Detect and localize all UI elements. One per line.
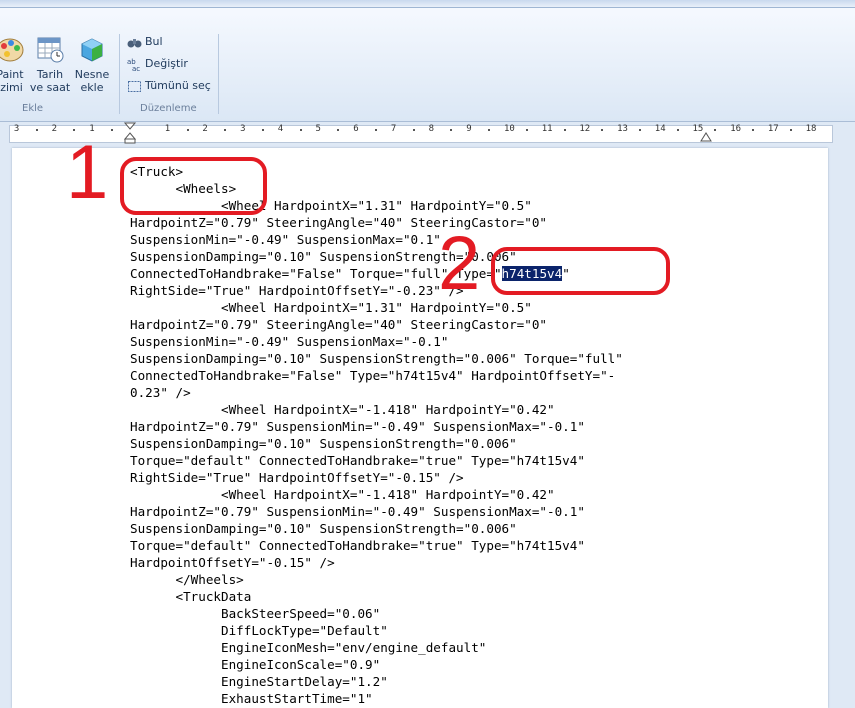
select-all-label: Tümünü seç (145, 79, 211, 92)
find-button[interactable]: Bul (127, 33, 163, 51)
ruler-label: 17 (767, 124, 779, 134)
ruler-label: 6 (353, 124, 359, 134)
group-label-editing: Düzenleme (140, 103, 197, 114)
document-line: <Wheel HardpointX="-1.418" HardpointY="0… (130, 402, 555, 417)
document-line: <TruckData (130, 589, 252, 604)
document-line: <Wheel HardpointX="-1.418" HardpointY="0… (130, 487, 555, 502)
document-page[interactable]: <Truck> <Wheels> <Wheel HardpointX="1.31… (12, 148, 828, 708)
ruler-label: 12 (579, 124, 591, 134)
group-separator-end (218, 34, 219, 114)
document-line: HardpointZ="0.79" SuspensionMin="-0.49" … (130, 419, 585, 434)
ruler-half-mark (224, 129, 227, 131)
insert-object-label: Nesne ekle (74, 68, 110, 94)
annotation-marker-1: 1 (66, 130, 109, 215)
document-line: 0.23" /> (130, 385, 191, 400)
ruler-label: 4 (277, 124, 284, 134)
ribbon: Paint izimi Tarih ve saat Nesne ekle Ekl… (0, 0, 855, 122)
document-line: HardpointZ="0.79" SuspensionMin="-0.49" … (130, 504, 585, 519)
ruler-label: 13 (617, 124, 628, 134)
document-line: EngineStartDelay="1.2" (130, 674, 388, 689)
replace-button[interactable]: ab ac Değiştir (127, 55, 188, 73)
ruler-label: 7 (390, 124, 397, 134)
ruler-label: 16 (730, 124, 742, 134)
group-label-insert: Ekle (22, 103, 44, 114)
ruler-half-mark (676, 129, 679, 131)
ruler-label: 1 (164, 124, 171, 134)
ruler-half-mark (261, 129, 264, 131)
ribbon-tab-strip (0, 0, 855, 8)
indent-marker-icon[interactable] (124, 122, 136, 144)
ruler-half-mark (35, 129, 38, 131)
document-line: RightSide="True" HardpointOffsetY="-0.15… (130, 470, 464, 485)
ruler-label: 2 (202, 124, 208, 134)
ruler[interactable]: 3 2 1 1 2 3 4 5 6 7 8 9 10 11 12 13 14 15 16 17 18 (0, 122, 855, 144)
ruler-label: 3 (240, 124, 246, 134)
insert-object-button[interactable]: Nesne ekle (68, 34, 116, 104)
document-line: Torque="default" ConnectedToHandbrake="t… (130, 538, 585, 553)
replace-label: Değiştir (145, 57, 188, 70)
ruler-half-mark (563, 129, 566, 131)
annotation-ring-1 (120, 157, 267, 215)
ruler-label: 2 (51, 124, 58, 134)
date-time-label: Tarih ve saat (29, 68, 71, 94)
replace-icon: ab ac (127, 57, 142, 73)
ruler-half-mark (299, 129, 302, 131)
document-line: EngineIconMesh="env/engine_default" (130, 640, 487, 655)
document-line: </Wheels> (130, 572, 244, 587)
ruler-half-mark (752, 129, 755, 131)
document-line: EngineIconScale="0.9" (130, 657, 381, 672)
ruler-half-mark (186, 129, 189, 131)
document-line: ConnectedToHandbrake="False" Type="h74t1… (130, 368, 616, 383)
ruler-half-mark (412, 129, 415, 131)
ruler-half-mark (337, 129, 340, 131)
ruler-label: 5 (315, 124, 321, 134)
paint-icon (0, 34, 25, 64)
document-line: SuspensionDamping="0.10" SuspensionStren… (130, 351, 623, 366)
ruler-label: 14 (654, 124, 666, 134)
calendar-clock-icon (35, 34, 65, 64)
ruler-half-mark (789, 129, 792, 131)
right-indent-marker-icon[interactable] (700, 130, 712, 142)
document-line: Torque="default" ConnectedToHandbrake="t… (130, 453, 585, 468)
group-separator (119, 34, 120, 114)
ruler-label: 11 (541, 124, 553, 134)
select-all-icon (127, 79, 142, 94)
ruler-half-mark (714, 129, 717, 131)
document-line: DiffLockType="Default" (130, 623, 388, 638)
ruler-label: 9 (466, 124, 472, 134)
ruler-half-mark (450, 129, 453, 131)
document-line: SuspensionDamping="0.10" SuspensionStren… (130, 436, 517, 451)
ruler-label: 3 (13, 124, 20, 134)
annotation-marker-2: 2 (438, 221, 481, 306)
document-line: HardpointOffsetY="-0.15" /> (130, 555, 335, 570)
ruler-label: 10 (504, 124, 515, 134)
ruler-half-mark (601, 129, 604, 131)
ruler-half-mark (375, 129, 378, 131)
ruler-label: 18 (805, 124, 817, 134)
annotation-ring-2 (491, 247, 670, 295)
svg-text:ac: ac (132, 65, 140, 72)
date-time-button[interactable]: Tarih ve saat (26, 34, 74, 104)
ruler-half-mark (111, 129, 114, 131)
ruler-half-mark (488, 129, 491, 131)
insert-object-icon (77, 34, 107, 64)
find-label: Bul (145, 35, 163, 48)
document-line: SuspensionDamping="0.10" SuspensionStren… (130, 521, 517, 536)
ruler-label: 8 (428, 124, 435, 134)
document-line: SuspensionMin="-0.49" SuspensionMax="-0.… (130, 334, 449, 349)
ruler-half-mark (525, 129, 528, 131)
ruler-half-mark (638, 129, 641, 131)
document-line: HardpointZ="0.79" SteeringAngle="40" Ste… (130, 317, 548, 332)
select-all-button[interactable]: Tümünü seç (127, 77, 211, 95)
document-line: BackSteerSpeed="0.06" (130, 606, 381, 621)
binoculars-icon (127, 35, 142, 50)
